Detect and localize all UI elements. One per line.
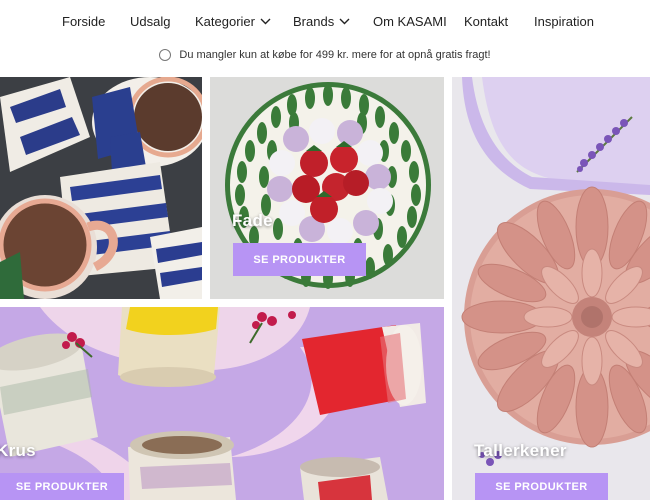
- nav-item-kontakt[interactable]: Kontakt: [464, 14, 508, 29]
- nav-label: Inspiration: [534, 14, 594, 29]
- nav-label: Brands: [293, 14, 335, 29]
- nav-item-kategorier[interactable]: Kategorier: [195, 14, 271, 29]
- se-produkter-button-fade[interactable]: SE PRODUKTER: [233, 243, 366, 276]
- tile-fade[interactable]: Fade SE PRODUKTER: [210, 77, 444, 299]
- se-produkter-button-krus[interactable]: SE PRODUKTER: [0, 473, 124, 500]
- krus-photo: [0, 307, 444, 500]
- nav-item-udsalg[interactable]: Udsalg: [130, 14, 170, 29]
- tile-label-tallerkener: Tallerkener: [474, 441, 567, 460]
- nav-item-brands[interactable]: Brands: [293, 14, 350, 29]
- nav-item-forside[interactable]: Forside: [62, 14, 105, 29]
- nav-item-inspiration[interactable]: Inspiration: [534, 14, 594, 29]
- free-shipping-text: Du mangler kun at købe for 499 kr. mere …: [179, 49, 491, 61]
- tallerkener-photo: [452, 77, 650, 500]
- circle-progress-icon: [159, 49, 172, 61]
- main-nav: Forside Udsalg Kategorier Brands Om KASA…: [0, 0, 650, 44]
- chevron-down-icon: [339, 18, 350, 25]
- tile-label-fade: Fade: [232, 211, 273, 230]
- mugs-photo: [0, 77, 202, 299]
- nav-label: Kontakt: [464, 14, 509, 29]
- tile-label-krus: Krus: [0, 441, 36, 460]
- nav-label: Kategorier: [195, 14, 255, 29]
- nav-item-om-kasami[interactable]: Om KASAMI: [373, 14, 447, 29]
- tile-tallerkener[interactable]: Tallerkener SE PRODUKTER: [452, 77, 650, 500]
- nav-label: Udsalg: [130, 14, 171, 29]
- nav-label: Om KASAMI: [373, 14, 447, 29]
- tile-mugs-image[interactable]: [0, 77, 202, 299]
- nav-label: Forside: [62, 14, 106, 29]
- tile-krus[interactable]: Krus SE PRODUKTER: [0, 307, 444, 500]
- chevron-down-icon: [260, 18, 271, 25]
- free-shipping-bar: Du mangler kun at købe for 499 kr. mere …: [0, 46, 650, 64]
- se-produkter-button-tallerkener[interactable]: SE PRODUKTER: [475, 473, 608, 500]
